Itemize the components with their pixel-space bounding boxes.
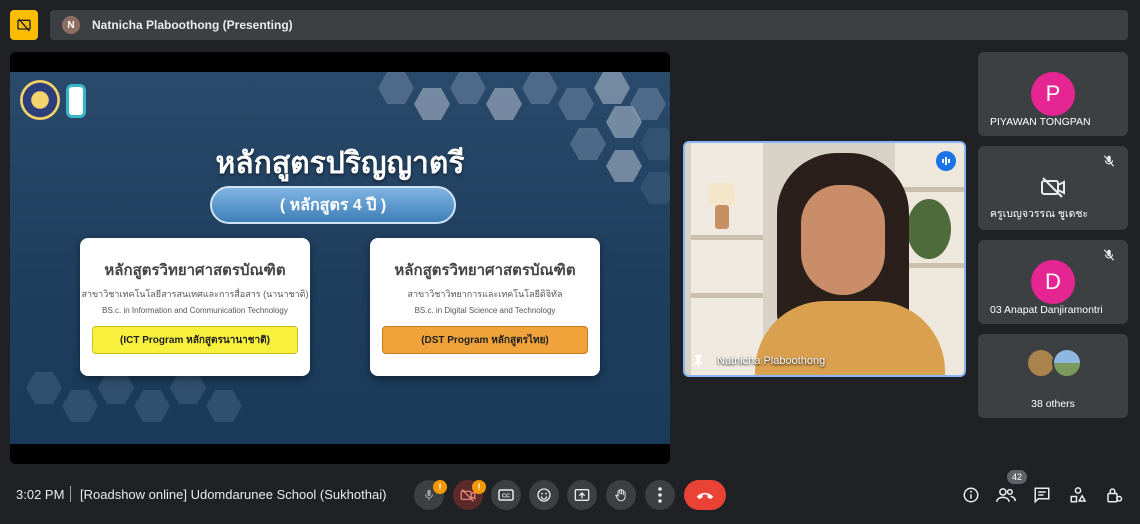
svg-text:CC: CC	[502, 494, 510, 500]
activities-button[interactable]	[1067, 484, 1089, 506]
emoji-button[interactable]	[529, 480, 559, 510]
lamp	[709, 183, 735, 205]
card-english-title: BS.c. in Information and Communication T…	[102, 306, 288, 315]
card-program-label: (DST Program หลักสูตรไทย)	[382, 326, 588, 354]
chat-button[interactable]	[1031, 484, 1053, 506]
host-controls-button[interactable]	[1103, 484, 1125, 506]
presenter-avatar: N	[62, 16, 80, 34]
university-logo	[20, 80, 60, 120]
chat-icon	[1034, 487, 1050, 504]
participant-count-badge: 42	[1007, 470, 1027, 484]
others-tile[interactable]: 38 others	[978, 334, 1128, 418]
activities-icon	[1070, 487, 1087, 503]
emoji-icon	[537, 488, 551, 502]
meeting-details-button[interactable]	[960, 484, 982, 506]
presenting-banner: N Natnicha Plaboothong (Presenting)	[50, 10, 1128, 40]
present-off-icon[interactable]	[10, 10, 38, 40]
card-heading: หลักสูตรวิทยาศาสตรบัณฑิต	[104, 262, 286, 279]
participant-name: 03 Anapat Danjiramontri	[990, 304, 1103, 316]
mic-off-icon	[1102, 248, 1120, 266]
camera-warning-badge: !	[472, 480, 486, 494]
participant-tile[interactable]: P PIYAWAN TONGPAN	[978, 52, 1128, 136]
mic-warning-badge: !	[433, 480, 447, 494]
leave-call-button[interactable]	[684, 480, 726, 510]
presenter-face	[801, 185, 885, 295]
participant-name: Natnicha Plaboothong	[717, 355, 826, 367]
presenter-video-tile[interactable]: Natnicha Plaboothong	[683, 141, 966, 377]
presenting-label: Natnicha Plaboothong (Presenting)	[92, 18, 293, 32]
people-icon	[996, 488, 1016, 503]
plant	[907, 199, 951, 259]
avatar	[1052, 348, 1082, 378]
card-english-title: BS.c. in Digital Science and Technology	[414, 306, 556, 315]
raise-hand-button[interactable]	[606, 480, 636, 510]
ict-logo	[66, 84, 86, 118]
avatar: P	[1031, 72, 1075, 116]
meeting-title: [Roadshow online] Udomdarunee School (Su…	[80, 487, 387, 502]
card-thai-subtitle: สาขาวิชาวิทยาการและเทคโนโลยีดิจิทัล	[407, 289, 563, 299]
program-card-ict: หลักสูตรวิทยาศาสตรบัณฑิต สาขาวิชาเทคโนโล…	[80, 238, 310, 376]
current-time: 3:02 PM	[16, 487, 65, 502]
host-controls-icon	[1107, 488, 1123, 503]
info-icon	[963, 487, 979, 503]
slide: หลักสูตรปริญญาตรี ( หลักสูตร 4 ปี ) หลัก…	[10, 72, 670, 444]
card-program-label: (ICT Program หลักสูตรนานาชาติ)	[92, 326, 298, 354]
people-button[interactable]	[995, 484, 1017, 506]
pin-icon[interactable]	[691, 353, 707, 369]
captions-button[interactable]: CC	[491, 480, 521, 510]
slide-subtitle: ( หลักสูตร 4 ปี )	[210, 186, 456, 224]
present-button[interactable]	[567, 480, 597, 510]
program-card-dst: หลักสูตรวิทยาศาสตรบัณฑิต สาขาวิชาวิทยากา…	[370, 238, 600, 376]
participant-tile[interactable]: D 03 Anapat Danjiramontri	[978, 240, 1128, 324]
more-options-button[interactable]	[645, 480, 675, 510]
others-count: 38 others	[1031, 398, 1075, 410]
raise-hand-icon	[615, 488, 626, 502]
card-thai-subtitle: สาขาวิชาเทคโนโลยีสารสนเทศและการสื่อสาร (…	[81, 289, 309, 299]
hangup-icon	[696, 492, 714, 500]
slide-title: หลักสูตรปริญญาตรี	[215, 147, 465, 180]
participant-name: ครูเบญจวรรณ ชูเดชะ	[990, 208, 1089, 220]
divider	[70, 486, 71, 502]
speaking-indicator-icon	[936, 151, 956, 171]
mic-off-icon	[1102, 154, 1120, 172]
present-icon	[574, 489, 590, 501]
presentation-stage: หลักสูตรปริญญาตรี ( หลักสูตร 4 ปี ) หลัก…	[10, 52, 670, 464]
participant-tile[interactable]: ครูเบญจวรรณ ชูเดชะ	[978, 146, 1128, 230]
captions-icon: CC	[498, 489, 514, 501]
more-icon	[658, 487, 662, 503]
bookshelf-left	[691, 143, 763, 375]
card-heading: หลักสูตรวิทยาศาสตรบัณฑิต	[394, 262, 576, 279]
avatar: D	[1031, 260, 1075, 304]
camera-off-icon	[1040, 176, 1066, 203]
participant-name: PIYAWAN TONGPAN	[990, 116, 1091, 128]
